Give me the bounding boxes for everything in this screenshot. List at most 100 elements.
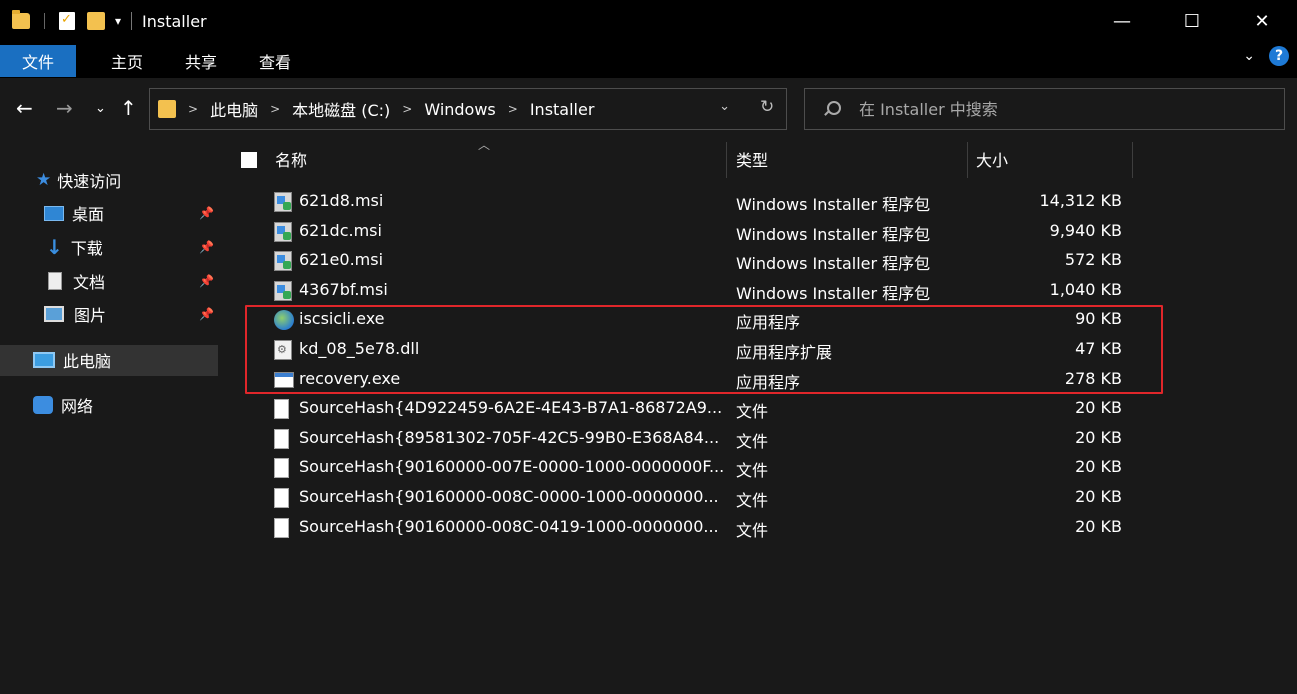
tab-file[interactable]: 文件 [0, 45, 77, 77]
msi-icon [274, 280, 292, 301]
network-icon [33, 396, 53, 414]
window-title: Installer [142, 11, 207, 31]
address-bar[interactable]: > 此电脑 > 本地磁盘 (C:) > Windows > Installer … [149, 88, 787, 130]
breadcrumb-windows[interactable]: Windows [424, 100, 495, 119]
help-icon[interactable]: ? [1269, 46, 1289, 66]
pin-icon[interactable]: 📌 [199, 274, 214, 288]
sidebar-item-desktop[interactable]: 桌面 [44, 198, 104, 228]
file-size: 14,312 KB [1039, 191, 1122, 210]
computer-icon [33, 352, 55, 368]
tab-view[interactable]: 查看 [238, 45, 312, 77]
msi-icon [274, 251, 292, 272]
file-row[interactable]: 4367bf.msi Windows Installer 程序包 1,040 KB [270, 276, 1140, 305]
star-icon: ★ [36, 170, 52, 190]
file-size: 20 KB [1075, 487, 1122, 506]
minimize-button[interactable]: — [1087, 0, 1157, 42]
folder-icon [158, 100, 176, 118]
file-size: 20 KB [1075, 457, 1122, 477]
tab-home[interactable]: 主页 [90, 45, 164, 77]
window-controls: — ☐ ✕ [1087, 0, 1297, 42]
pin-icon[interactable]: 📌 [199, 307, 214, 321]
customize-toolbar-chevron-icon[interactable]: ▾ [115, 14, 121, 28]
picture-icon [44, 306, 64, 322]
file-type: Windows Installer 程序包 [736, 283, 931, 303]
breadcrumb-this-pc[interactable]: 此电脑 [210, 97, 258, 121]
file-row[interactable]: 621e0.msi Windows Installer 程序包 572 KB [270, 246, 1140, 275]
pin-icon[interactable]: 📌 [199, 206, 214, 220]
expand-ribbon-chevron-icon[interactable]: ⌄ [1243, 48, 1255, 64]
maximize-button[interactable]: ☐ [1157, 0, 1227, 42]
column-header-name[interactable]: 名称 [275, 140, 307, 178]
back-arrow-icon[interactable]: ← [16, 96, 33, 120]
msi-icon [274, 221, 292, 242]
file-type: 文件 [736, 461, 769, 481]
file-name: SourceHash{90160000-007E-0000-1000-00000… [299, 457, 725, 477]
file-type: Windows Installer 程序包 [736, 254, 931, 274]
navigation-pane: ★ 快速访问 桌面 📌 ↓ 下载 📌 文档 📌 图片 📌 此电脑 网络 [0, 140, 220, 694]
file-row[interactable]: SourceHash{90160000-008C-0000-1000-00000… [270, 483, 1140, 512]
annotation-highlight-box [245, 305, 1163, 394]
file-icon [274, 428, 289, 449]
column-header-type[interactable]: 类型 [736, 140, 768, 178]
download-icon: ↓ [46, 235, 63, 259]
breadcrumb-local-disk[interactable]: 本地磁盘 (C:) [292, 97, 390, 121]
breadcrumb-chevron-icon[interactable]: > [188, 102, 198, 116]
title-bar: ▾ Installer — ☐ ✕ [0, 0, 1297, 42]
file-name: SourceHash{90160000-008C-0419-1000-00000… [299, 516, 719, 536]
file-size: 20 KB [1075, 427, 1122, 447]
file-row[interactable]: SourceHash{90160000-008C-0419-1000-00000… [270, 513, 1140, 542]
document-icon [48, 272, 62, 290]
column-divider[interactable] [726, 142, 727, 178]
breadcrumb-chevron-icon[interactable]: > [508, 102, 518, 116]
file-name: 621d8.msi [299, 191, 384, 210]
sidebar-item-downloads[interactable]: ↓ 下载 [46, 232, 103, 262]
file-type: 文件 [736, 431, 769, 451]
pin-icon[interactable]: 📌 [199, 240, 214, 254]
file-size: 572 KB [1064, 250, 1122, 270]
file-name: SourceHash{4D922459-6A2E-4E43-B7A1-86872… [299, 398, 723, 418]
sidebar-item-network[interactable]: 网络 [33, 390, 93, 420]
file-icon [274, 399, 289, 420]
file-type: Windows Installer 程序包 [736, 224, 931, 244]
sidebar-item-documents[interactable]: 文档 [48, 266, 105, 296]
breadcrumb-chevron-icon[interactable]: > [402, 102, 412, 116]
sidebar-item-this-pc[interactable]: 此电脑 [33, 345, 111, 375]
file-row[interactable]: SourceHash{4D922459-6A2E-4E43-B7A1-86872… [270, 394, 1140, 423]
refresh-icon[interactable]: ↻ [760, 97, 774, 117]
sidebar-item-pictures[interactable]: 图片 [44, 299, 106, 329]
sort-ascending-chevron-icon: ︿ [478, 138, 491, 152]
forward-arrow-icon[interactable]: → [56, 96, 73, 120]
folder-icon[interactable] [12, 10, 30, 29]
search-icon [823, 101, 841, 117]
column-divider[interactable] [1132, 142, 1133, 178]
properties-icon[interactable] [59, 12, 75, 30]
ribbon-tabs: 文件 主页 共享 查看 ⌄ ? [0, 42, 1297, 78]
tab-share[interactable]: 共享 [164, 45, 238, 77]
search-input[interactable] [859, 99, 1259, 119]
file-icon [274, 458, 289, 479]
file-row[interactable]: SourceHash{89581302-705F-42C5-99B0-E368A… [270, 424, 1140, 453]
recent-locations-chevron-icon[interactable]: ⌄ [95, 101, 106, 116]
file-row[interactable]: 621dc.msi Windows Installer 程序包 9,940 KB [270, 217, 1140, 246]
column-divider[interactable] [967, 142, 968, 178]
sidebar-item-quick-access[interactable]: ★ 快速访问 [36, 165, 121, 195]
toolbar-divider [44, 13, 45, 29]
breadcrumb-installer[interactable]: Installer [530, 100, 595, 119]
ribbon-right-controls: ⌄ ? [1243, 46, 1289, 66]
up-arrow-icon[interactable]: ↑ [120, 96, 137, 120]
file-row[interactable]: 621d8.msi Windows Installer 程序包 14,312 KB [270, 187, 1140, 216]
column-header-size[interactable]: 大小 [976, 140, 1008, 178]
file-size: 1,040 KB [1049, 279, 1122, 299]
file-row[interactable]: SourceHash{90160000-007E-0000-1000-00000… [270, 453, 1140, 482]
search-box[interactable] [804, 88, 1285, 130]
toolbar-divider [131, 12, 133, 30]
address-dropdown-chevron-icon[interactable]: ⌄ [719, 99, 730, 114]
file-type: 文件 [736, 520, 769, 540]
close-button[interactable]: ✕ [1227, 0, 1297, 42]
file-name: 4367bf.msi [299, 279, 388, 299]
select-all-checkbox[interactable] [241, 152, 257, 168]
new-folder-icon[interactable] [87, 12, 105, 30]
file-icon [274, 517, 289, 538]
breadcrumb-chevron-icon[interactable]: > [270, 102, 280, 116]
file-type: 文件 [736, 402, 769, 422]
